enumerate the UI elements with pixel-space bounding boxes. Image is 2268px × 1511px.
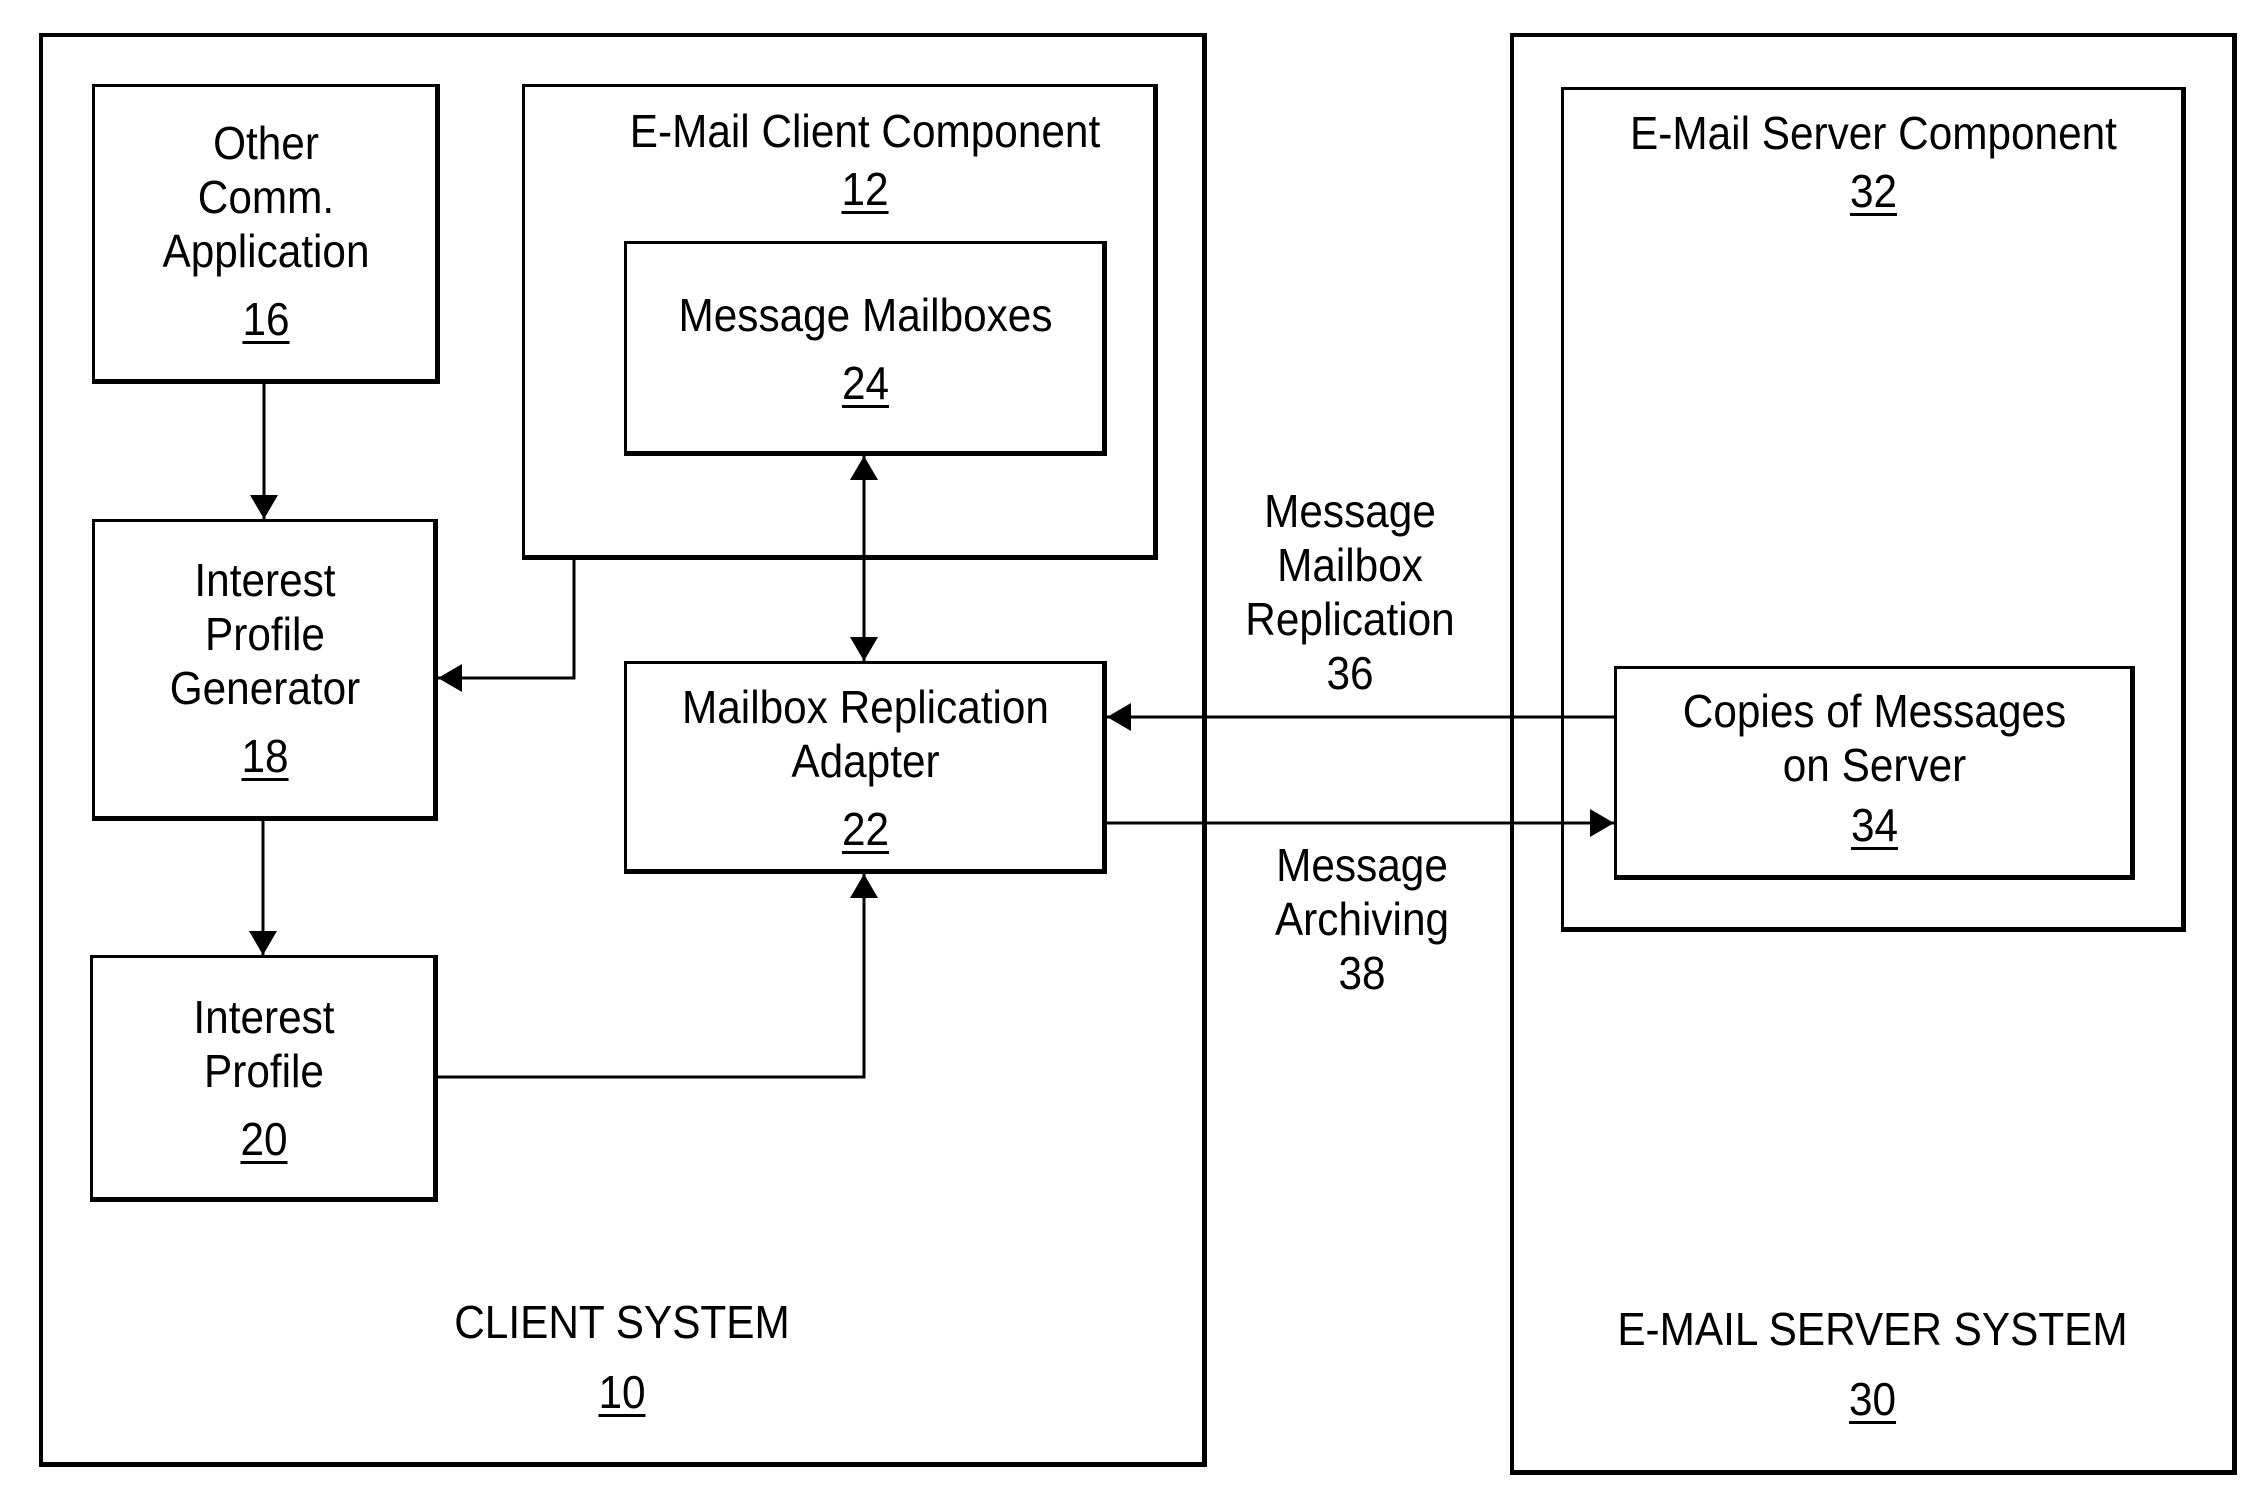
connectors	[249, 384, 1614, 1079]
arrow-client-component-to-generator	[438, 560, 576, 692]
arrow-profile-to-adapter	[438, 874, 878, 1079]
